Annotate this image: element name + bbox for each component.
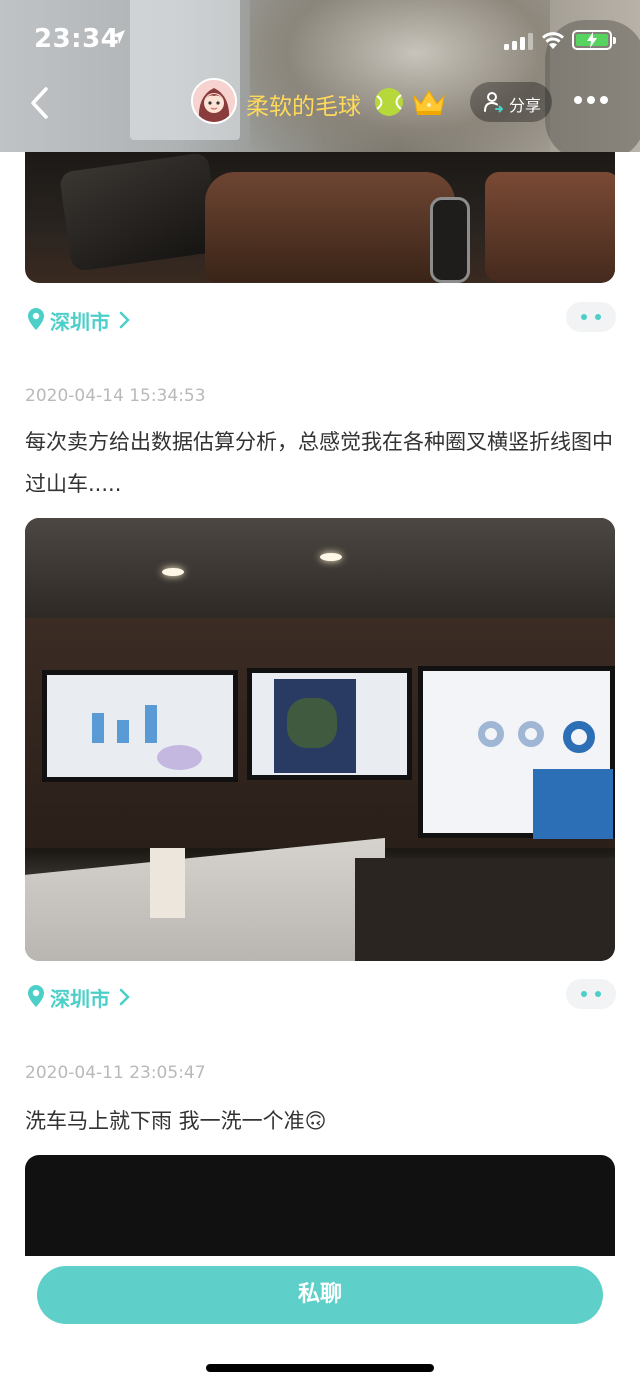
tennis-ball-badge-icon [375, 88, 403, 116]
post-text: 洗车马上就下雨 我一洗一个准🙃 [25, 1109, 327, 1133]
post-photo-meeting-room-screens[interactable] [25, 518, 615, 961]
post-text: 每次卖方给出数据估算分析，总感觉我在各种圈叉横竖折线图中过山车..... [25, 430, 613, 496]
moments-feed[interactable]: 深圳市 2020-04-14 15:34:53 每次卖方给出数据估算分析，总感觉… [0, 152, 640, 1256]
crown-badge-icon [413, 90, 445, 115]
back-chevron-icon[interactable] [28, 86, 54, 120]
post-timestamp: 2020-04-14 15:34:53 [25, 386, 206, 406]
share-label: 分享 [509, 96, 542, 115]
chevron-right-icon [119, 988, 130, 1006]
home-indicator[interactable] [206, 1364, 434, 1372]
cellular-signal-icon [504, 32, 534, 50]
chevron-right-icon [119, 311, 130, 329]
nav-bar: 柔软的毛球 分享 [0, 72, 640, 132]
avatar[interactable] [191, 78, 237, 124]
location-arrow-icon [111, 30, 125, 44]
post-photo-car-interior[interactable] [25, 152, 615, 283]
location-pin-icon [28, 308, 44, 330]
post-photo-dark[interactable] [25, 1155, 615, 1256]
battery-charging-icon [572, 30, 616, 50]
private-chat-button[interactable]: 私聊 [37, 1266, 603, 1324]
location-pin-icon [28, 985, 44, 1007]
wifi-icon [542, 32, 564, 49]
share-user-icon [484, 92, 503, 113]
share-button[interactable]: 分享 [470, 82, 552, 122]
bottom-action-bar: 私聊 [0, 1256, 640, 1385]
post-reaction-button[interactable] [566, 302, 616, 332]
post-reaction-button[interactable] [566, 979, 616, 1009]
location-city: 深圳市 [50, 987, 110, 1011]
post-timestamp: 2020-04-11 23:05:47 [25, 1063, 206, 1083]
profile-nickname: 柔软的毛球 [246, 94, 361, 120]
status-bar: 23:34 [0, 14, 640, 64]
more-dots-icon[interactable] [574, 96, 610, 106]
status-time: 23:34 [34, 24, 120, 54]
location-city: 深圳市 [50, 310, 110, 334]
profile-header: 23:34 柔软的毛球 分享 [0, 0, 640, 152]
